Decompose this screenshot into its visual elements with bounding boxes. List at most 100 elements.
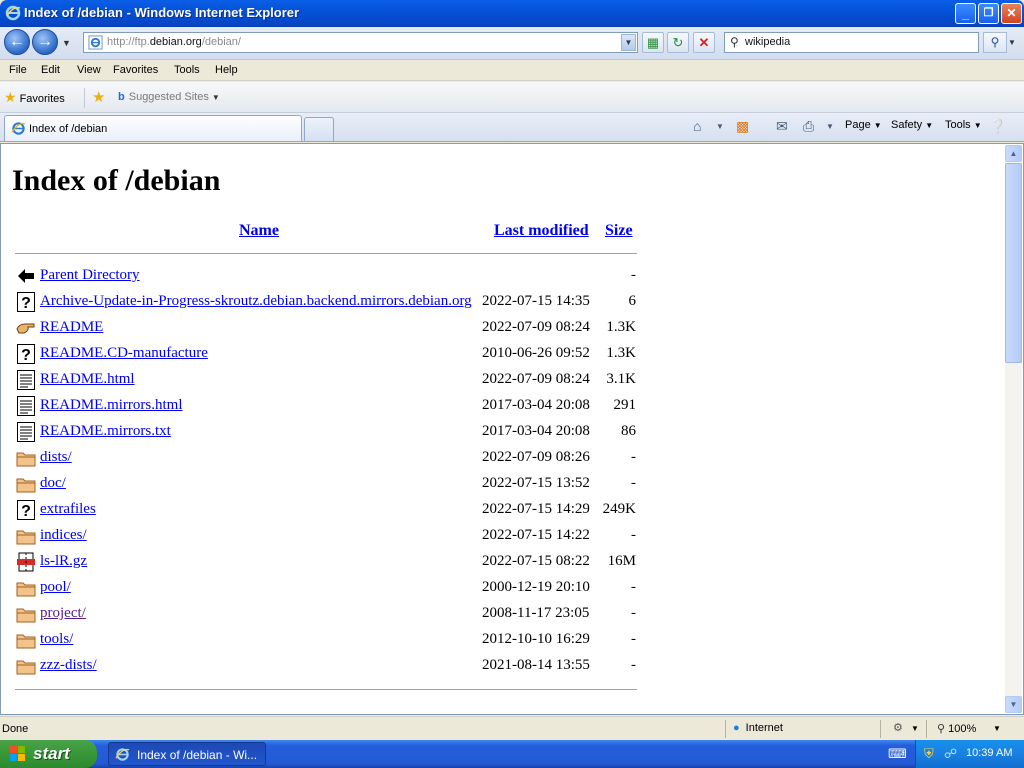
file-link[interactable]: README.CD-manufacture: [40, 345, 208, 362]
stop-icon[interactable]: ✕: [693, 32, 715, 53]
menu-favorites[interactable]: Favorites: [113, 64, 158, 76]
tab-index-of-debian[interactable]: Index of /debian: [4, 115, 302, 141]
svg-text:?: ?: [21, 503, 31, 520]
unknown-file-icon[interactable]: ?: [16, 291, 36, 313]
table-row: ? Archive-Update-in-Progress-skroutz.debi…: [12, 291, 652, 313]
refresh-icon[interactable]: ↻: [667, 32, 689, 53]
unknown-file-icon[interactable]: ?: [16, 499, 36, 521]
window-title: Index of /debian - Windows Internet Expl…: [24, 5, 300, 20]
add-to-favorites-bar-icon[interactable]: ★: [92, 88, 110, 106]
file-link[interactable]: indices/: [40, 527, 87, 544]
search-box[interactable]: ⚲ wikipedia: [724, 32, 979, 53]
folder-icon[interactable]: [16, 603, 36, 625]
suggested-sites-button[interactable]: b Suggested Sites ▼: [118, 91, 220, 103]
file-link[interactable]: README.mirrors.html: [40, 397, 183, 414]
file-link[interactable]: doc/: [40, 475, 66, 492]
address-bar[interactable]: http://ftp.debian.org/debian/ ▼: [83, 32, 638, 53]
file-link[interactable]: README.html: [40, 371, 135, 388]
menu-edit[interactable]: Edit: [41, 64, 60, 76]
chevron-down-icon[interactable]: ▼: [911, 724, 919, 733]
text-file-icon[interactable]: [16, 369, 36, 391]
folder-icon[interactable]: [16, 577, 36, 599]
recent-pages-dropdown[interactable]: ▼: [62, 38, 72, 48]
keyboard-icon[interactable]: ⌨: [888, 746, 907, 762]
title-bar[interactable]: Index of /debian - Windows Internet Expl…: [0, 0, 1024, 27]
file-link[interactable]: project/: [40, 605, 86, 622]
protected-mode-icon[interactable]: ⚙: [893, 721, 903, 734]
scroll-up-arrow[interactable]: ▲: [1005, 145, 1022, 162]
scroll-thumb[interactable]: [1005, 163, 1022, 363]
zoom-dropdown-icon[interactable]: ▼: [993, 724, 1001, 733]
forward-button[interactable]: →: [32, 29, 58, 55]
vertical-scrollbar[interactable]: ▲ ▼: [1005, 145, 1022, 713]
size-cell: -: [631, 657, 636, 673]
maximize-button[interactable]: ❐: [978, 3, 999, 24]
start-button[interactable]: start: [0, 740, 97, 768]
search-input[interactable]: wikipedia: [745, 36, 790, 48]
file-link[interactable]: pool/: [40, 579, 71, 596]
security-zone[interactable]: ● Internet: [733, 722, 783, 734]
taskbar-ie-window[interactable]: Index of /debian - Wi...: [108, 742, 266, 766]
file-link[interactable]: Parent Directory: [40, 267, 140, 284]
menu-tools[interactable]: Tools: [174, 64, 200, 76]
clock[interactable]: 10:39 AM: [966, 747, 1012, 759]
folder-icon[interactable]: [16, 447, 36, 469]
zoom-level[interactable]: ⚲ 100%: [937, 722, 976, 735]
folder-icon[interactable]: [16, 473, 36, 495]
address-url[interactable]: http://ftp.debian.org/debian/: [107, 36, 241, 48]
column-name-header[interactable]: Name: [239, 222, 279, 240]
home-icon[interactable]: ⌂: [693, 118, 701, 134]
print-icon[interactable]: ⎙: [803, 118, 814, 135]
print-dropdown-icon[interactable]: ▼: [826, 122, 834, 131]
close-button[interactable]: ✕: [1001, 3, 1022, 24]
network-icon[interactable]: ☍: [944, 746, 957, 762]
new-tab-button[interactable]: [304, 117, 334, 141]
folder-icon[interactable]: [16, 525, 36, 547]
search-button[interactable]: ⚲: [983, 32, 1007, 53]
file-link[interactable]: Archive-Update-in-Progress-skroutz.debia…: [40, 293, 472, 310]
back-icon[interactable]: [16, 265, 36, 287]
file-link[interactable]: ls-lR.gz: [40, 553, 87, 570]
menu-help[interactable]: Help: [215, 64, 238, 76]
safety-menu-label: Safety: [891, 119, 923, 131]
file-link[interactable]: tools/: [40, 631, 73, 648]
minimize-button[interactable]: _: [955, 3, 976, 24]
address-dropdown[interactable]: ▼: [621, 34, 636, 51]
folder-icon[interactable]: [16, 629, 36, 651]
file-link[interactable]: README.mirrors.txt: [40, 423, 171, 440]
readme-hand-icon[interactable]: [16, 317, 36, 339]
table-row: zzz-dists/2021-08-14 13:55 -: [12, 655, 652, 677]
text-file-icon[interactable]: [16, 395, 36, 417]
file-link[interactable]: extrafiles: [40, 501, 96, 518]
tools-menu[interactable]: Tools ▼: [945, 119, 982, 131]
file-link[interactable]: dists/: [40, 449, 72, 466]
search-options-dropdown[interactable]: ▼: [1008, 38, 1016, 47]
safety-menu[interactable]: Safety ▼: [891, 119, 933, 131]
compatibility-view-icon[interactable]: ▦: [642, 32, 664, 53]
help-icon[interactable]: ❔: [989, 118, 1006, 135]
file-link[interactable]: zzz-dists/: [40, 657, 97, 674]
compressed-file-icon[interactable]: [16, 551, 36, 573]
page-menu[interactable]: Page ▼: [845, 119, 882, 131]
table-row: project/2008-11-17 23:05 -: [12, 603, 652, 625]
feeds-icon[interactable]: ▩: [736, 118, 749, 135]
file-link[interactable]: README: [40, 319, 103, 336]
menu-file[interactable]: File: [9, 64, 27, 76]
home-dropdown-icon[interactable]: ▼: [716, 122, 724, 131]
status-separator: [926, 720, 927, 738]
favorites-button[interactable]: ★ Favorites: [4, 89, 65, 106]
read-mail-icon[interactable]: ✉: [776, 118, 788, 135]
url-prefix: http://ftp.: [107, 36, 150, 48]
menu-view[interactable]: View: [77, 64, 101, 76]
text-file-icon[interactable]: [16, 421, 36, 443]
column-modified-header[interactable]: Last modified: [494, 222, 589, 240]
security-shield-icon[interactable]: ⛨: [924, 746, 934, 762]
table-row: pool/2000-12-19 20:10 -: [12, 577, 652, 599]
folder-icon[interactable]: [16, 655, 36, 677]
table-row: indices/2022-07-15 14:22 -: [12, 525, 652, 547]
back-button[interactable]: ←: [4, 29, 30, 55]
scroll-down-arrow[interactable]: ▼: [1005, 696, 1022, 713]
table-row: dists/2022-07-09 08:26 -: [12, 447, 652, 469]
unknown-file-icon[interactable]: ?: [16, 343, 36, 365]
column-size-header[interactable]: Size: [605, 222, 633, 240]
